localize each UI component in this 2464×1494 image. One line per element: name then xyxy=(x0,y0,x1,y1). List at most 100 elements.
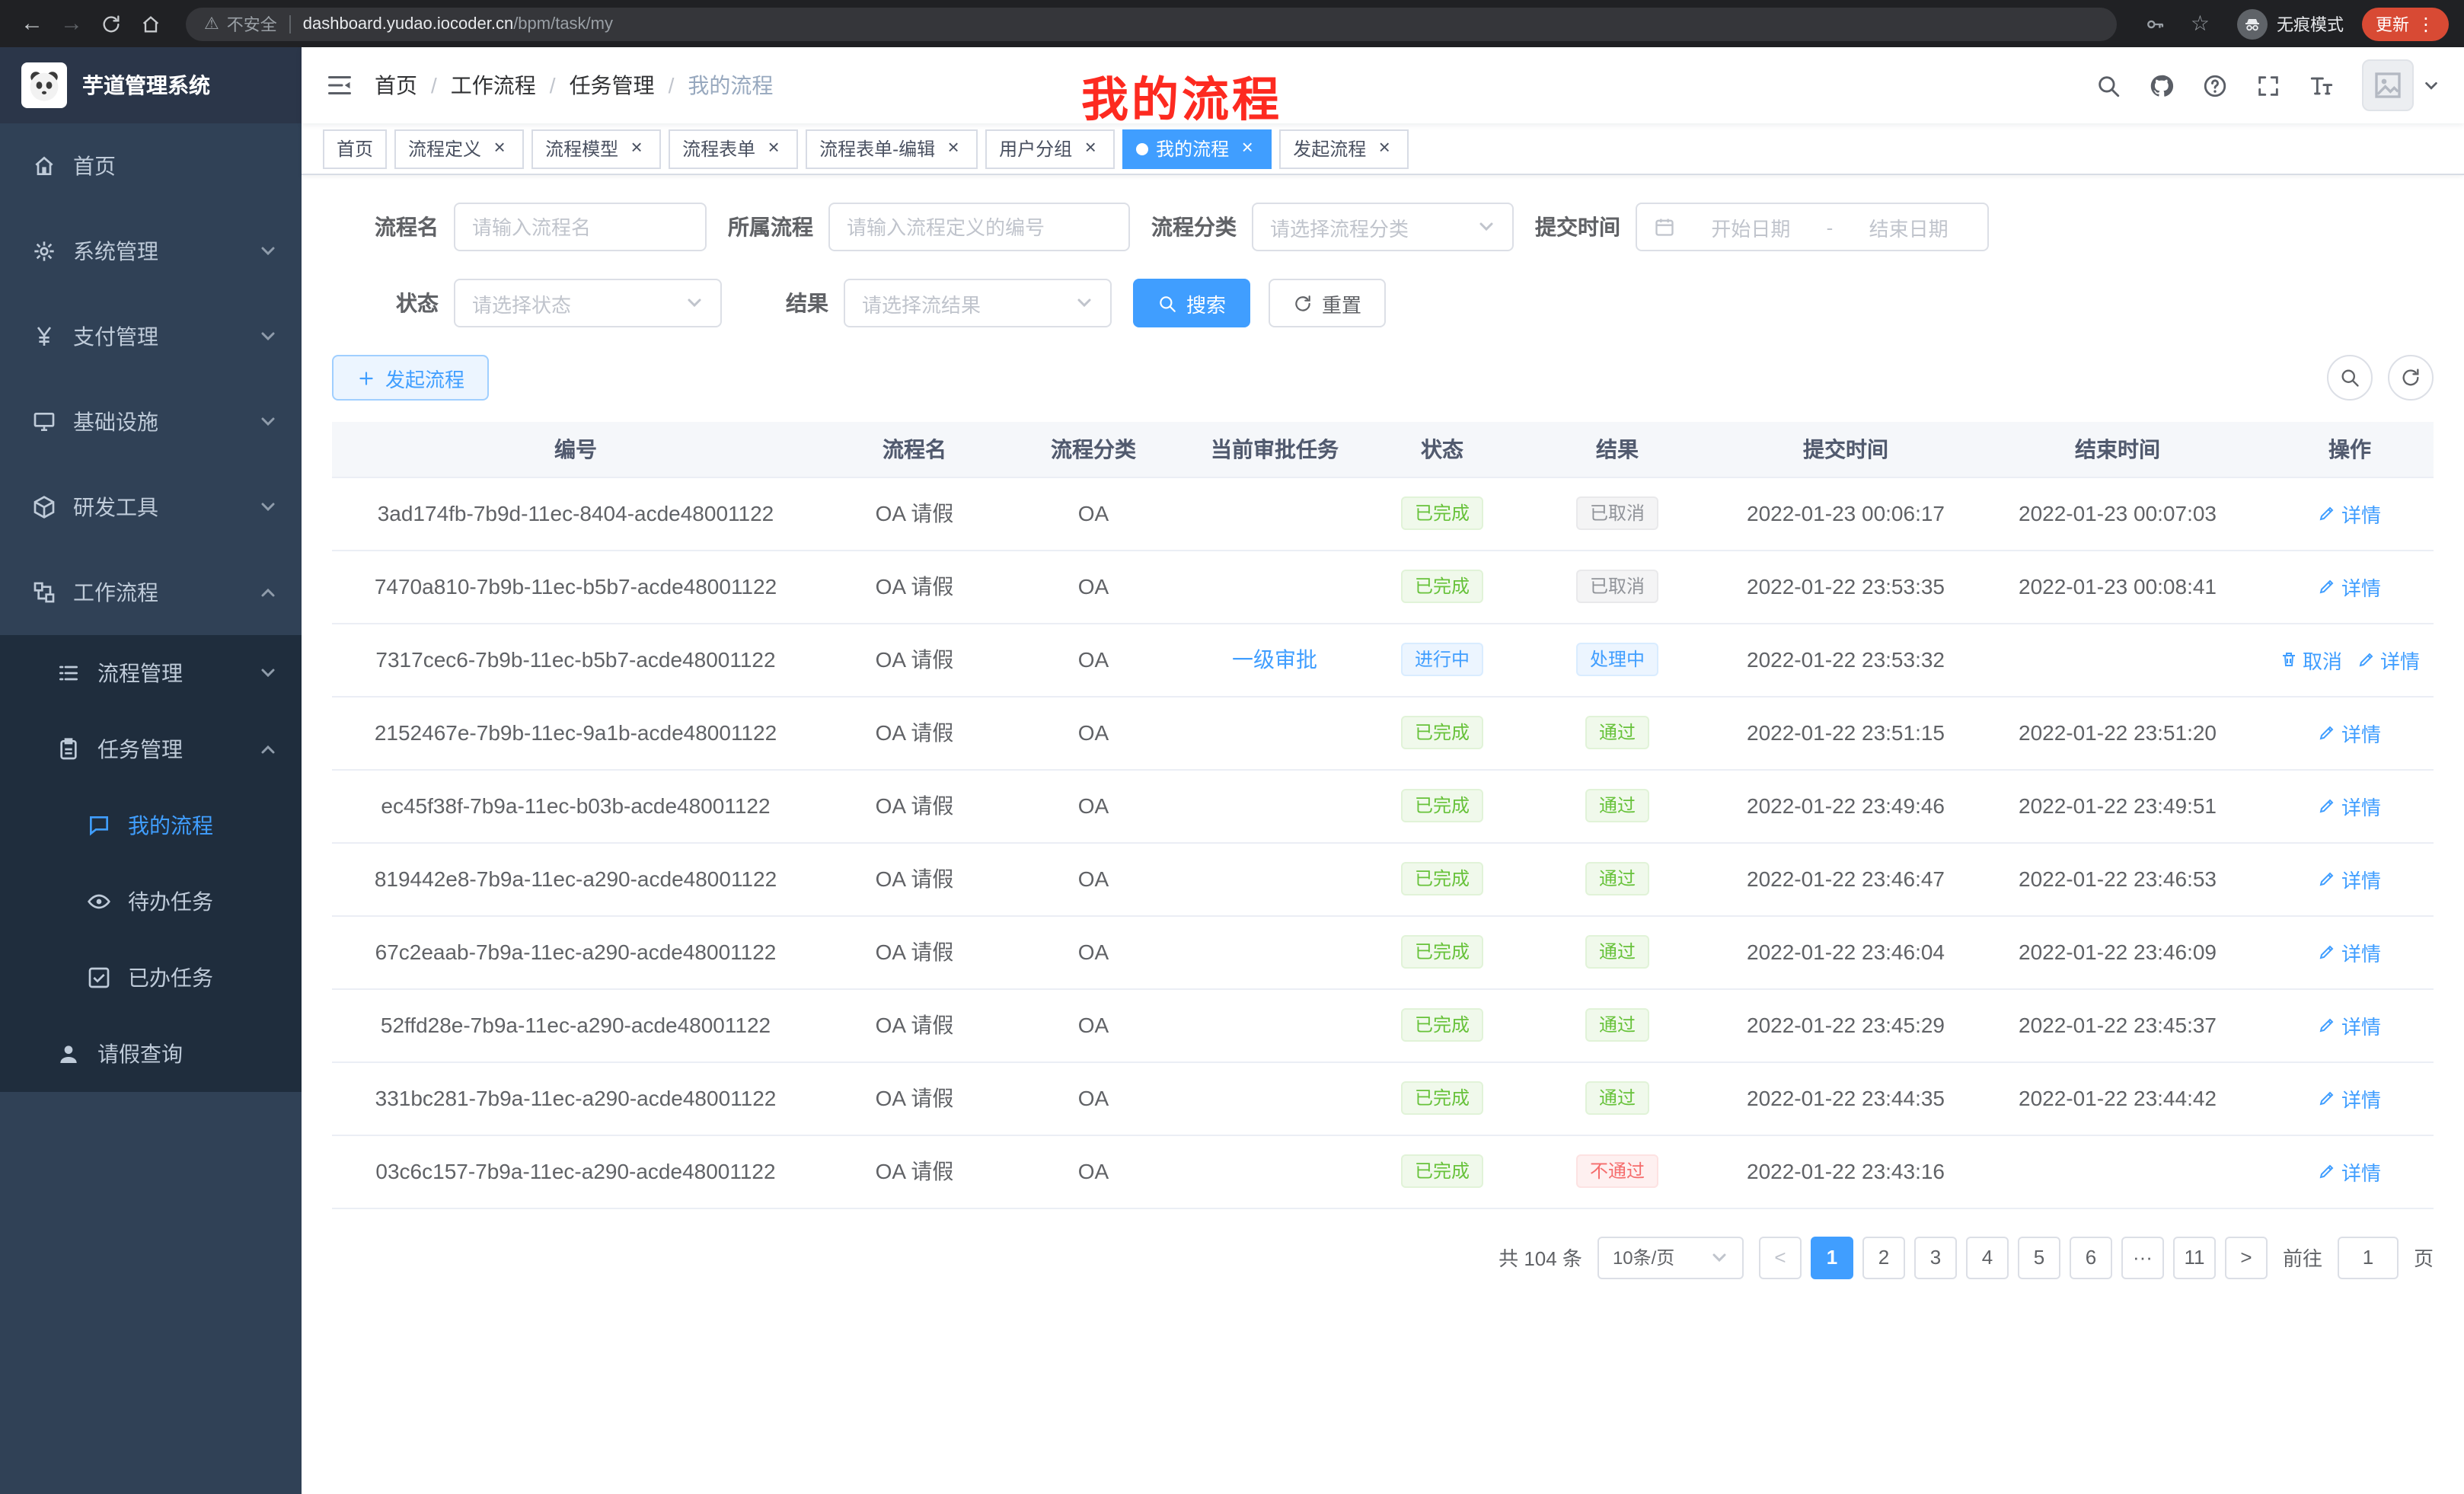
tab-发起流程[interactable]: 发起流程× xyxy=(1279,129,1409,168)
tab-close-icon[interactable]: × xyxy=(943,138,964,159)
tab-用户分组[interactable]: 用户分组× xyxy=(985,129,1115,168)
page-button[interactable]: 4 xyxy=(1966,1236,2009,1279)
incognito-icon xyxy=(2237,8,2268,39)
cell-id: 03c6c157-7b9a-11ec-a290-acde48001122 xyxy=(332,1135,819,1208)
user-avatar[interactable] xyxy=(2362,59,2440,111)
font-size-icon[interactable] xyxy=(2309,72,2335,98)
tab-close-icon[interactable]: × xyxy=(489,138,510,159)
action-detail-link[interactable]: 详情 xyxy=(2319,937,2381,966)
cell-result: 已取消 xyxy=(1512,550,1722,623)
browser-home-button[interactable] xyxy=(134,7,168,40)
filter-select[interactable]: 请选择状态 xyxy=(454,279,722,327)
hamburger-icon[interactable] xyxy=(326,72,353,99)
sidebar-item[interactable]: 已办任务 xyxy=(0,940,302,1016)
action-detail-link[interactable]: 详情 xyxy=(2319,572,2381,601)
action-detail-link[interactable]: 详情 xyxy=(2319,1157,2381,1186)
tab-我的流程[interactable]: 我的流程× xyxy=(1122,129,1272,168)
page-button[interactable]: 6 xyxy=(2070,1236,2112,1279)
kebab-menu-icon[interactable]: ⋮ xyxy=(2417,13,2435,34)
sidebar-item[interactable]: 请假查询 xyxy=(0,1016,302,1092)
sidebar-item[interactable]: 研发工具 xyxy=(0,464,302,550)
filter-input[interactable] xyxy=(828,203,1130,251)
filter-input[interactable] xyxy=(454,203,707,251)
action-detail-link[interactable]: 详情 xyxy=(2319,1010,2381,1039)
browser-refresh-button[interactable] xyxy=(94,7,128,40)
action-detail-link[interactable]: 详情 xyxy=(2319,1084,2381,1113)
action-cancel-link[interactable]: 取消 xyxy=(2280,645,2342,674)
yen-icon xyxy=(30,324,58,349)
cell-actions: 详情 xyxy=(2266,988,2434,1061)
sidebar-item-label: 我的流程 xyxy=(128,810,302,841)
breadcrumb-item[interactable]: 工作流程 xyxy=(451,70,536,101)
search-icon[interactable] xyxy=(2095,72,2121,98)
action-detail-link[interactable]: 详情 xyxy=(2319,718,2381,747)
reset-button[interactable]: 重置 xyxy=(1269,279,1386,327)
bookmark-star-icon[interactable]: ☆ xyxy=(2191,11,2210,37)
help-icon[interactable] xyxy=(2202,72,2228,98)
tab-流程表单[interactable]: 流程表单 × xyxy=(669,129,798,168)
tab-close-icon[interactable]: × xyxy=(1374,138,1395,159)
create-process-button[interactable]: 发起流程 xyxy=(332,355,489,401)
breadcrumb-item[interactable]: 首页 xyxy=(375,70,417,101)
search-button[interactable]: 搜索 xyxy=(1133,279,1250,327)
browser-update-button[interactable]: 更新 ⋮ xyxy=(2362,7,2449,40)
column-header: 流程分类 xyxy=(1010,422,1177,477)
tab-close-icon[interactable]: × xyxy=(1080,138,1101,159)
filter-select[interactable]: 请选择流程分类 xyxy=(1252,203,1514,251)
sidebar-item[interactable]: 我的流程 xyxy=(0,787,302,864)
pager-prev-button[interactable]: < xyxy=(1759,1236,1802,1279)
tab-close-icon[interactable]: × xyxy=(626,138,647,159)
cell-end-time: 2022-01-22 23:49:51 xyxy=(1969,769,2266,842)
sidebar-item[interactable]: 任务管理 xyxy=(0,711,302,787)
page-button[interactable]: 11 xyxy=(2173,1236,2216,1279)
sidebar-item[interactable]: 工作流程 xyxy=(0,550,302,635)
sidebar-item[interactable]: 流程管理 xyxy=(0,635,302,711)
page-button[interactable]: 1 xyxy=(1811,1236,1853,1279)
tab-label: 流程表单 xyxy=(682,136,755,161)
tab-close-icon[interactable]: × xyxy=(1237,138,1258,159)
app-logo[interactable]: 芋道管理系统 xyxy=(0,47,302,123)
page-button[interactable]: 3 xyxy=(1914,1236,1957,1279)
pager-next-button[interactable]: > xyxy=(2225,1236,2268,1279)
page-size-select[interactable]: 10条/页 xyxy=(1597,1236,1744,1279)
action-detail-link[interactable]: 详情 xyxy=(2319,791,2381,820)
filter-label: 所属流程 xyxy=(728,212,813,242)
tabs-bar: 首页×流程定义×流程模型×流程表单×流程表单-编辑×用户分组×我的流程×发起流程… xyxy=(302,123,2464,175)
tab-流程模型[interactable]: 流程模型× xyxy=(531,129,661,168)
tab-首页[interactable]: 首页× xyxy=(323,129,387,168)
action-detail-link[interactable]: 详情 xyxy=(2319,499,2381,528)
toggle-search-button[interactable] xyxy=(2327,355,2373,401)
page-button[interactable]: 5 xyxy=(2018,1236,2060,1279)
status-tag: 已完成 xyxy=(1401,716,1483,749)
filter-daterange[interactable]: 开始日期-结束日期 xyxy=(1636,203,1989,251)
cell-actions: 详情 xyxy=(2266,769,2434,842)
browser-back-button[interactable]: ← xyxy=(15,7,49,40)
cell-result: 通过 xyxy=(1512,769,1722,842)
browser-forward-button[interactable]: → xyxy=(55,7,88,40)
cell-current-task xyxy=(1177,1135,1372,1208)
sidebar-item[interactable]: 首页 xyxy=(0,123,302,209)
sidebar-item[interactable]: 待办任务 xyxy=(0,864,302,940)
cell-process-name: OA 请假 xyxy=(819,477,1010,550)
address-bar[interactable]: ⚠ 不安全 dashboard.yudao.iocoder.cn/bpm/tas… xyxy=(186,7,2118,40)
sidebar-item[interactable]: 基础设施 xyxy=(0,379,302,464)
current-task-link[interactable]: 一级审批 xyxy=(1232,647,1317,672)
sidebar-item[interactable]: 支付管理 xyxy=(0,294,302,379)
goto-page-input[interactable] xyxy=(2338,1236,2399,1279)
github-icon[interactable] xyxy=(2149,72,2175,98)
pager-ellipsis[interactable]: ··· xyxy=(2121,1236,2164,1279)
action-detail-link[interactable]: 详情 xyxy=(2319,864,2381,893)
sidebar-item[interactable]: 系统管理 xyxy=(0,209,302,294)
filter-select[interactable]: 请选择流结果 xyxy=(844,279,1112,327)
tab-流程定义[interactable]: 流程定义× xyxy=(394,129,524,168)
password-key-icon[interactable] xyxy=(2145,13,2166,34)
fullscreen-icon[interactable] xyxy=(2255,72,2281,98)
refresh-table-button[interactable] xyxy=(2388,355,2434,401)
reset-button-label: 重置 xyxy=(1322,289,1361,318)
breadcrumb-item[interactable]: 任务管理 xyxy=(570,70,655,101)
cell-current-task xyxy=(1177,696,1372,769)
tab-close-icon[interactable]: × xyxy=(763,138,784,159)
page-button[interactable]: 2 xyxy=(1862,1236,1905,1279)
tab-流程表单-编辑[interactable]: 流程表单-编辑× xyxy=(806,129,978,168)
action-detail-link[interactable]: 详情 xyxy=(2357,645,2420,674)
